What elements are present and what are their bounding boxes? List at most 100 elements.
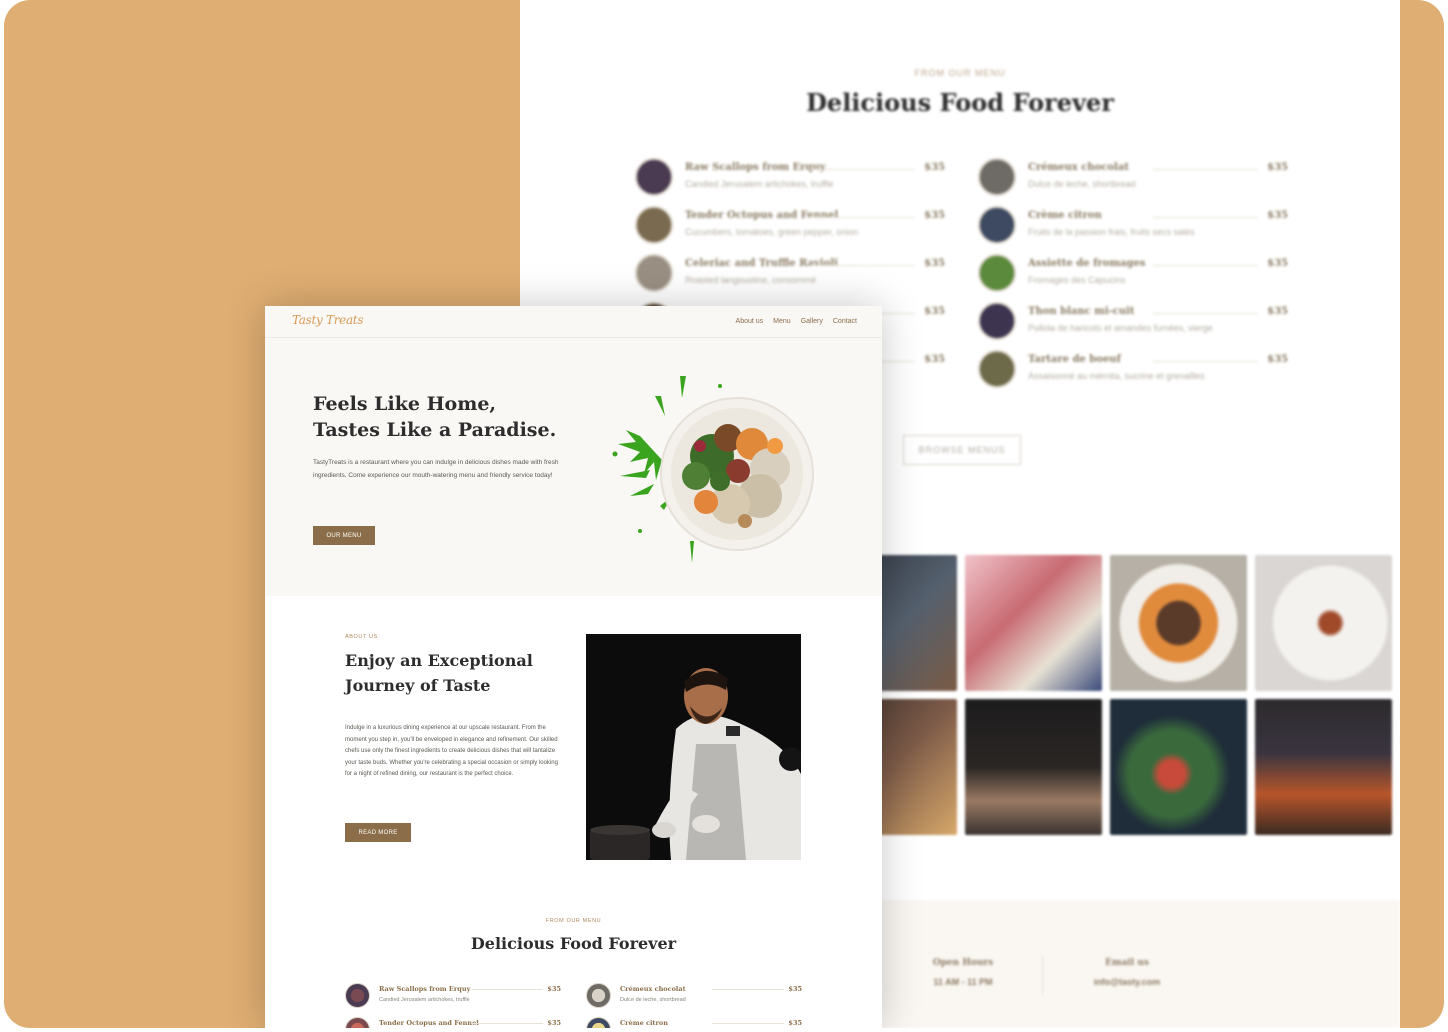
dish-thumbnail [345,983,370,1008]
menu-item: Crémeux chocolat $35 Dulce de leche, sho… [978,156,1288,204]
dish-price: $35 [924,306,945,317]
logo[interactable]: Tasty Treats [292,313,363,327]
dish-description: Dulce de leche, shortbread [620,997,686,1003]
dish-thumbnail [345,1017,370,1028]
menu-column-left: Raw Scallops from Erquy $35 Candied Jeru… [345,982,561,1028]
dish-name: Raw Scallops from Erquy [685,162,826,173]
dish-thumbnail [586,983,611,1008]
dish-price: $35 [547,1019,561,1027]
dish-price: $35 [788,1019,802,1027]
menu-item: Crème citron $35 Fruits de la passion fr… [978,204,1288,252]
dish-description: Cucumbers, tomatoes, green pepper, onion [685,227,859,237]
dish-price: $35 [924,354,945,365]
dish-name: Crème citron [1028,210,1102,221]
our-menu-button[interactable]: OUR MENU [313,526,375,545]
dish-price: $35 [924,210,945,221]
hero-dish-image [612,376,814,563]
dish-name: Tender Octopus and Fennel [379,1019,479,1027]
dish-thumbnail [978,254,1016,292]
dish-price: $35 [1267,162,1288,173]
nav-link-menu[interactable]: Menu [773,318,791,325]
gallery-photo[interactable] [965,555,1102,691]
menu-item: Crème citron $35 [586,1016,802,1028]
open-hours-value: 11 AM - 11 PM [933,977,993,987]
gallery-photo[interactable] [1110,555,1247,691]
menu-column-right: Crémeux chocolat $35 Dulce de leche, sho… [586,982,802,1028]
menu-item: Assiette de fromages $35 Fromages des Ca… [978,252,1288,300]
dish-description: Assaisonné au mérnita, sucrine et grenai… [1028,371,1205,381]
dish-thumbnail [586,1017,611,1028]
dish-thumbnail [978,302,1016,340]
menu-item: Raw Scallops from Erquy $35 Candied Jeru… [635,156,945,204]
dish-price: $35 [1267,354,1288,365]
hero-description: TastyTreats is a restaurant where you ca… [313,459,559,479]
nav-link-about[interactable]: About us [736,318,764,325]
menu-column-right: Crémeux chocolat $35 Dulce de leche, sho… [978,156,1288,396]
dish-thumbnail [978,158,1016,196]
menu-item: Crémeux chocolat $35 Dulce de leche, sho… [586,982,802,1016]
gallery-photo[interactable] [1255,555,1392,691]
dish-description: Pollola de haricots et amandes fumées, v… [1028,323,1213,333]
dish-name: Celeriac and Truffle Ravioli [685,258,838,269]
hero-title-line1: Feels Like Home, [313,393,497,415]
menu-eyebrow: FROM OUR MENU [545,918,602,924]
nav-link-contact[interactable]: Contact [833,318,857,325]
dish-price: $35 [1267,306,1288,317]
gallery-photo[interactable] [1255,699,1392,835]
dish-name: Crémeux chocolat [620,985,686,993]
dish-price: $35 [547,985,561,993]
read-more-button[interactable]: READ MORE [345,823,411,842]
open-hours-label: Open Hours [932,958,994,968]
website-preview: Tasty Treats About us Menu Gallery Conta… [265,306,882,1028]
menu-item: Tender Octopus and Fennel $35 [345,1016,561,1028]
dish-name: Tender Octopus and Fennel [685,210,839,221]
dish-description: Fruits de la passion frais, fruits secs … [1028,227,1195,237]
menu-eyebrow: FROM OUR MENU [914,68,1006,78]
gallery-photo[interactable] [1110,699,1247,835]
dish-price: $35 [924,258,945,269]
dish-description: Roasted langoustine, consommé [685,275,817,285]
menu-item: Tender Octopus and Fennel $35 Cucumbers,… [635,204,945,252]
dish-description: Fromages des Capucins [1028,275,1126,285]
dish-name: Tartare de boeuf [1028,354,1121,365]
open-hours: Open Hours 11 AM - 11 PM [883,958,1043,987]
hero-title-line2: Tastes Like a Paradise. [313,419,557,441]
about-title-line2: Journey of Taste [345,676,491,695]
dish-thumbnail [978,206,1016,244]
nav-link-gallery[interactable]: Gallery [801,318,823,325]
footer-divider [1042,955,1043,995]
top-navbar: Tasty Treats About us Menu Gallery Conta… [265,306,882,338]
about-title-line1: Enjoy an Exceptional [345,651,533,670]
dish-thumbnail [635,254,673,292]
dish-thumbnail [635,158,673,196]
dish-description: Dulce de leche, shortbread [1028,179,1136,189]
photo-gallery [820,555,1400,835]
dish-thumbnail [978,350,1016,388]
about-eyebrow: ABOUT US [345,634,378,640]
dish-description: Candied Jerusalem artichokes, truffle [685,179,834,189]
email-label: Email us [1105,958,1149,968]
dish-name: Assiette de fromages [1028,258,1146,269]
menu-item: Tartare de boeuf $35 Assaisonné au mérni… [978,348,1288,396]
menu-item: Raw Scallops from Erquy $35 Candied Jeru… [345,982,561,1016]
nav-links: About us Menu Gallery Contact [736,318,857,325]
dish-name: Thon blanc mi-cuit [1028,306,1135,317]
dish-description: Candied Jerusalem artichokes, truffle [379,997,470,1003]
dish-price: $35 [788,985,802,993]
showcase-background: FROM OUR MENU Delicious Food Forever Raw… [4,0,1444,1028]
dish-thumbnail [635,206,673,244]
about-description: Indulge in a luxurious dining experience… [345,725,558,777]
dish-name: Raw Scallops from Erquy [379,985,471,993]
menu-title: Delicious Food Forever [806,88,1114,117]
menu-item: Thon blanc mi-cuit $35 Pollola de harico… [978,300,1288,348]
chef-photo [586,634,801,860]
hero-section: Feels Like Home, Tastes Like a Paradise.… [265,338,882,596]
gallery-photo[interactable] [965,699,1102,835]
menu-title: Delicious Food Forever [470,934,677,953]
browse-menus-button[interactable]: BROWSE MENUS [903,435,1021,465]
menu-item: Celeriac and Truffle Ravioli $35 Roasted… [635,252,945,300]
email-contact: Email us info@tasty.com [1047,958,1207,987]
dish-name: Crème citron [620,1019,668,1027]
email-value[interactable]: info@tasty.com [1047,977,1207,987]
hero-title: Feels Like Home, Tastes Like a Paradise. [313,391,573,443]
